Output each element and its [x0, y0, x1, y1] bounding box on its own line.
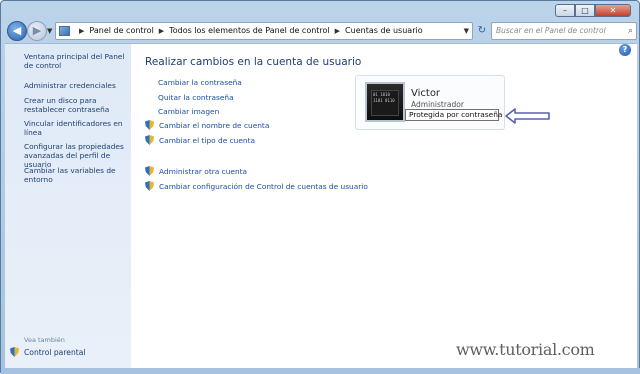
breadcrumb-separator-icon[interactable]: ▶ — [335, 23, 340, 39]
forward-button[interactable]: ▶ — [27, 21, 47, 41]
manage-another-account-link[interactable]: Administrar otra cuenta — [145, 166, 247, 176]
avatar-picture: 01 1010 1101 0110 — [371, 90, 399, 116]
breadcrumb-separator-icon[interactable]: ▶ — [159, 23, 164, 39]
navigation-bar: ◀ ▶ ▼ ▶ Panel de control ▶ Todos los ele… — [5, 21, 637, 43]
sidebar-item-control-panel-home[interactable]: Ventana principal del Panel de control — [24, 52, 128, 70]
callout-arrow-icon — [505, 108, 550, 124]
address-dropdown-icon[interactable]: ▼ — [464, 23, 469, 39]
window-controls: – □ ✕ — [555, 4, 631, 17]
uac-shield-icon — [145, 120, 154, 130]
uac-settings-label: Cambiar configuración de Control de cuen… — [159, 181, 368, 191]
user-avatar: 01 1010 1101 0110 — [365, 82, 405, 122]
search-icon[interactable]: ⌕ — [628, 23, 633, 39]
recent-pages-dropdown[interactable]: ▼ — [47, 27, 52, 35]
control-panel-icon — [59, 26, 70, 36]
sidebar: Ventana principal del Panel de control A… — [5, 43, 131, 368]
uac-shield-icon — [145, 181, 154, 191]
parental-control-label: Control parental — [24, 347, 86, 357]
sidebar-item-link-ids[interactable]: Vincular identificadores en línea — [24, 119, 128, 137]
uac-shield-icon — [145, 166, 154, 176]
sidebar-item-reset-disk[interactable]: Crear un disco para restablecer contrase… — [24, 96, 128, 114]
change-picture-link[interactable]: Cambiar imagen — [158, 107, 219, 116]
user-account-tile: 01 1010 1101 0110 Victor Administrador P… — [355, 75, 505, 130]
change-account-type-label: Cambiar el tipo de cuenta — [159, 135, 256, 145]
uac-shield-icon — [10, 347, 19, 357]
parental-control-link[interactable]: Control parental — [10, 347, 86, 357]
address-bar[interactable]: ▶ Panel de control ▶ Todos los elementos… — [55, 22, 473, 40]
breadcrumb-separator-icon[interactable]: ▶ — [79, 23, 84, 39]
breadcrumb-user-accounts[interactable]: Cuentas de usuario — [345, 23, 423, 39]
uac-settings-link[interactable]: Cambiar configuración de Control de cuen… — [145, 181, 368, 191]
remove-password-link[interactable]: Quitar la contraseña — [158, 93, 234, 102]
back-button[interactable]: ◀ — [7, 21, 27, 41]
refresh-icon[interactable]: ↻ — [475, 22, 489, 40]
minimize-button[interactable]: – — [555, 4, 575, 17]
change-account-name-label: Cambiar el nombre de cuenta — [159, 120, 270, 130]
account-type: Administrador — [411, 100, 464, 109]
search-placeholder: Buscar en el Panel de control — [496, 26, 606, 35]
control-panel-window: – □ ✕ ◀ ▶ ▼ ▶ Panel de control ▶ Todos l… — [0, 0, 640, 374]
close-button[interactable]: ✕ — [595, 4, 631, 17]
see-also-label: Vea también — [24, 336, 65, 344]
change-account-name-link[interactable]: Cambiar el nombre de cuenta — [145, 120, 269, 130]
password-status: Protegida por contraseña — [405, 109, 502, 121]
uac-shield-icon — [145, 135, 154, 145]
main-content: ? Realizar cambios en la cuenta de usuar… — [131, 43, 637, 368]
change-account-type-link[interactable]: Cambiar el tipo de cuenta — [145, 135, 255, 145]
sidebar-item-advanced-profile[interactable]: Configurar las propiedades avanzadas del… — [24, 142, 128, 169]
breadcrumb-all-items[interactable]: Todos los elementos de Panel de control — [169, 23, 329, 39]
manage-another-account-label: Administrar otra cuenta — [159, 166, 248, 176]
sidebar-item-environment-variables[interactable]: Cambiar las variables de entorno — [24, 166, 128, 184]
title-bar: – □ ✕ — [1, 1, 639, 19]
help-icon[interactable]: ? — [619, 44, 631, 56]
change-password-link[interactable]: Cambiar la contraseña — [158, 78, 242, 87]
breadcrumb-control-panel[interactable]: Panel de control — [89, 23, 153, 39]
window-bottom-edge — [1, 368, 640, 374]
page-title: Realizar cambios en la cuenta de usuario — [145, 56, 362, 68]
maximize-button[interactable]: □ — [575, 4, 595, 17]
watermark: www.tutorial.com — [456, 340, 595, 359]
search-input[interactable]: Buscar en el Panel de control ⌕ — [491, 22, 637, 40]
sidebar-item-manage-credentials[interactable]: Administrar credenciales — [24, 81, 128, 90]
user-name: Victor — [411, 88, 441, 99]
